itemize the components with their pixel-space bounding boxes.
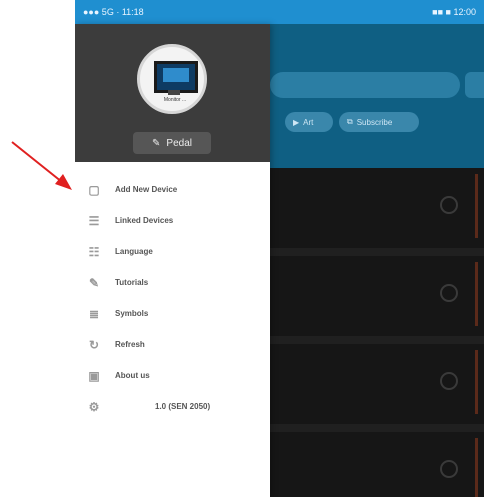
background-chip-label: Subscribe	[356, 117, 393, 127]
background-search-button[interactable]	[465, 72, 484, 98]
pencil-icon: ✎	[152, 137, 161, 149]
arrow-head	[55, 174, 72, 190]
status-left: ●●● 5G · 11:18	[83, 7, 144, 17]
gear-icon[interactable]	[440, 372, 458, 390]
row-accent	[475, 174, 478, 238]
device-icon: ▢	[88, 182, 100, 197]
background-list-row[interactable]	[270, 344, 484, 432]
menu-item-label: Tutorials	[115, 278, 149, 287]
navigation-drawer: Monitor ... ✎ Pedal ▢ Add New Device ☰ L…	[75, 24, 270, 497]
arrow-shaft	[11, 141, 63, 183]
settings-icon: ⚙	[88, 399, 100, 414]
row-accent	[475, 350, 478, 414]
background-chip-label: Art	[303, 117, 314, 127]
background-chip-2[interactable]: ⧉ Subscribe	[339, 112, 419, 132]
monitor-icon	[154, 61, 198, 93]
background-list-row[interactable]	[270, 168, 484, 256]
menu-item-language[interactable]: ☷ Language	[75, 236, 270, 267]
menu-item-label: Symbols	[115, 309, 149, 318]
background-chip-1[interactable]: ▶ Art	[285, 112, 333, 132]
menu-item-label: Language	[115, 247, 153, 256]
gear-icon[interactable]	[440, 284, 458, 302]
pedal-button-label: Pedal	[166, 137, 192, 149]
linked-devices-icon: ☰	[88, 213, 100, 228]
refresh-icon: ↻	[88, 337, 100, 352]
drawer-menu: ▢ Add New Device ☰ Linked Devices ☷ Lang…	[75, 174, 270, 422]
menu-item-label: About us	[115, 371, 150, 380]
phone-screen: ●●● 5G · 11:18 ■■ ■ 12:00 ▶ Art ⧉ Subscr…	[75, 0, 484, 497]
gear-icon[interactable]	[440, 460, 458, 478]
menu-item-refresh[interactable]: ↻ Refresh	[75, 329, 270, 360]
background-list-row[interactable]	[270, 256, 484, 344]
symbols-icon: ≣	[88, 306, 100, 321]
drawer-header: Monitor ... ✎ Pedal	[75, 24, 270, 162]
play-icon: ▶	[293, 117, 300, 127]
menu-item-about-us[interactable]: ▣ About us	[75, 360, 270, 391]
menu-item-label: Refresh	[115, 340, 145, 349]
menu-item-label: Linked Devices	[115, 216, 174, 225]
version-label: 1.0 (SEN 2050)	[155, 402, 211, 411]
status-bar: ●●● 5G · 11:18 ■■ ■ 12:00	[75, 0, 484, 24]
avatar[interactable]: Monitor ...	[137, 44, 207, 114]
row-accent	[475, 438, 478, 497]
background-search-field[interactable]	[270, 72, 460, 98]
row-accent	[475, 262, 478, 326]
menu-item-linked-devices[interactable]: ☰ Linked Devices	[75, 205, 270, 236]
status-right: ■■ ■ 12:00	[432, 7, 476, 17]
pedal-button[interactable]: ✎ Pedal	[133, 132, 211, 154]
menu-item-label: Add New Device	[115, 185, 178, 194]
about-icon: ▣	[88, 368, 100, 383]
language-icon: ☷	[88, 244, 100, 259]
version-row: ⚙ 1.0 (SEN 2050)	[75, 391, 270, 422]
menu-item-add-new-device[interactable]: ▢ Add New Device	[75, 174, 270, 205]
menu-item-symbols[interactable]: ≣ Symbols	[75, 298, 270, 329]
gear-icon[interactable]	[440, 196, 458, 214]
subscribe-icon: ⧉	[347, 117, 353, 126]
tutorials-icon: ✎	[88, 275, 100, 290]
monitor-stand	[168, 90, 180, 95]
menu-item-tutorials[interactable]: ✎ Tutorials	[75, 267, 270, 298]
background-list-row[interactable]	[270, 432, 484, 497]
avatar-caption: Monitor ...	[163, 97, 187, 103]
